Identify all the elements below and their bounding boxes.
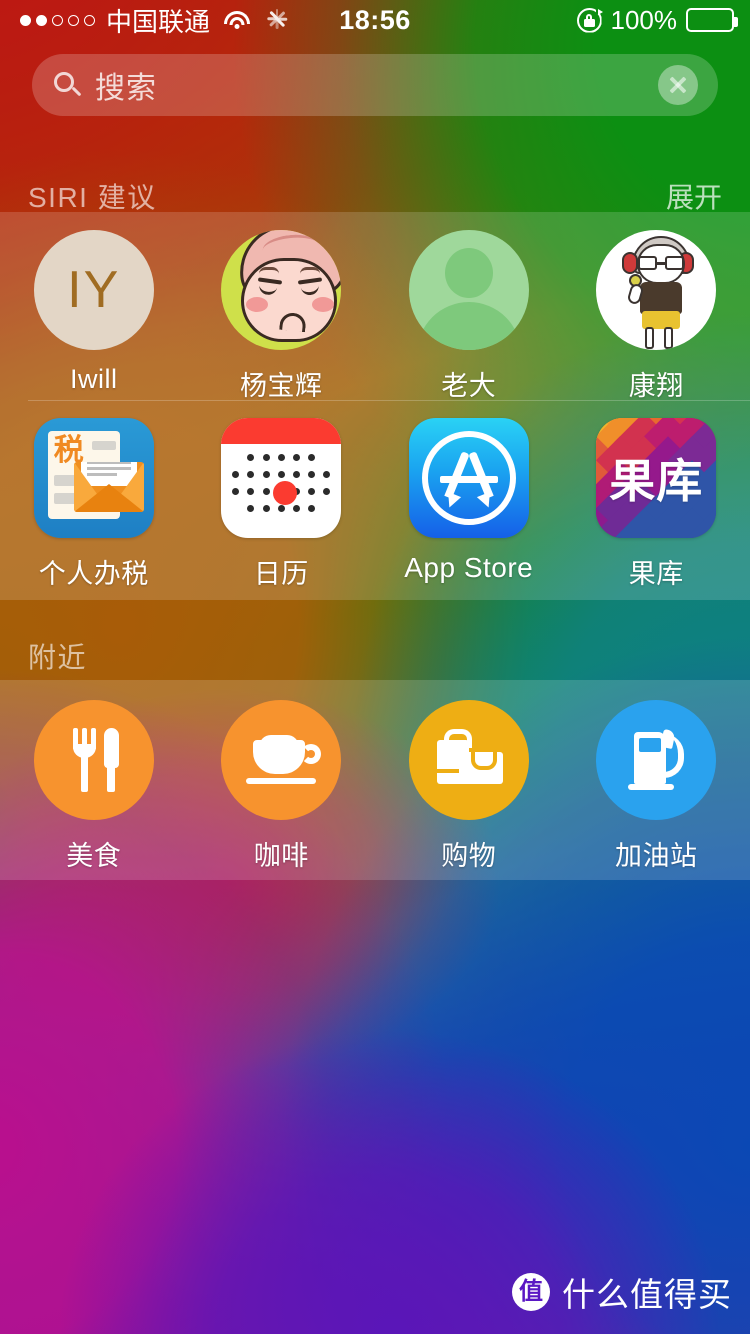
- nearby-item-shopping[interactable]: 购物: [375, 700, 563, 873]
- app-item-calendar[interactable]: 日历: [188, 418, 376, 591]
- search-icon: [54, 71, 82, 99]
- nearby-label: 美食: [66, 841, 122, 871]
- nearby-row: 美食 咖啡 购物 加油站: [0, 700, 750, 873]
- clear-circle-icon[interactable]: [658, 65, 698, 105]
- app-label: 个人办税: [38, 559, 149, 589]
- contact-item-iwill[interactable]: IY Iwill: [0, 230, 188, 403]
- watermark-text: 什么值得买: [562, 1275, 732, 1314]
- app-icon-guoku: 果库: [596, 418, 717, 538]
- avatar-initials: IY: [33, 230, 154, 350]
- siri-contacts-row: IY Iwill 杨宝辉 老大 康翔: [0, 230, 750, 403]
- app-icon-tax: 税: [33, 418, 154, 538]
- guoku-icon-text: 果库: [609, 454, 704, 508]
- status-bar: 中国联通 18:56 100%: [0, 0, 750, 40]
- watermark: 值 什么值得买: [512, 1268, 732, 1316]
- nearby-label: 加油站: [615, 841, 698, 871]
- section-title-nearby: 附近: [28, 642, 88, 673]
- contact-label: 老大: [441, 371, 497, 401]
- app-icon-app-store: [408, 418, 529, 538]
- nearby-label: 咖啡: [253, 841, 309, 871]
- section-title-siri: SIRI 建议: [28, 182, 157, 213]
- siri-suggestions-header: SIRI 建议 展开: [0, 164, 750, 228]
- contact-label: 杨宝辉: [240, 371, 323, 401]
- rotation-lock-icon: [576, 7, 603, 33]
- expand-button[interactable]: 展开: [666, 176, 722, 216]
- app-label: App Store: [404, 552, 534, 583]
- search-input[interactable]: 搜索: [32, 54, 718, 116]
- nearby-header: 附近: [0, 624, 750, 688]
- app-item-guoku[interactable]: 果库 果库: [563, 418, 750, 591]
- siri-apps-row: 税 个人办税 日历 App Store 果库 果库: [0, 418, 750, 591]
- avatar-cartoon-pink-hat: [221, 230, 342, 350]
- contact-item-kangxiang[interactable]: 康翔: [563, 230, 750, 403]
- app-icon-calendar: [221, 418, 342, 538]
- coffee-icon: [221, 700, 342, 820]
- search-placeholder: 搜索: [95, 72, 157, 105]
- contact-item-laoda[interactable]: 老大: [375, 230, 563, 403]
- avatar-default-silhouette: [408, 230, 529, 350]
- food-icon: [33, 700, 154, 820]
- nearby-item-food[interactable]: 美食: [0, 700, 188, 873]
- watermark-badge: 值: [512, 1273, 550, 1311]
- contact-label: 康翔: [628, 371, 684, 401]
- gas-station-icon: [596, 700, 717, 820]
- search-bar-container: 搜索: [0, 54, 750, 116]
- app-label: 日历: [253, 559, 309, 589]
- shopping-icon: [408, 700, 529, 820]
- nearby-item-gas-station[interactable]: 加油站: [563, 700, 750, 873]
- avatar-initials-text: IY: [67, 261, 121, 319]
- battery-full-icon: [686, 8, 738, 32]
- app-item-app-store[interactable]: App Store: [375, 418, 563, 591]
- nearby-label: 购物: [441, 841, 497, 871]
- status-bar-clock: 18:56: [339, 4, 411, 35]
- app-label: 果库: [628, 559, 684, 589]
- app-item-tax[interactable]: 税 个人办税: [0, 418, 188, 591]
- contact-item-yangbaohui[interactable]: 杨宝辉: [188, 230, 376, 403]
- contact-label: Iwill: [70, 364, 118, 394]
- avatar-cartoon-glasses: [596, 230, 717, 350]
- nearby-item-coffee[interactable]: 咖啡: [188, 700, 376, 873]
